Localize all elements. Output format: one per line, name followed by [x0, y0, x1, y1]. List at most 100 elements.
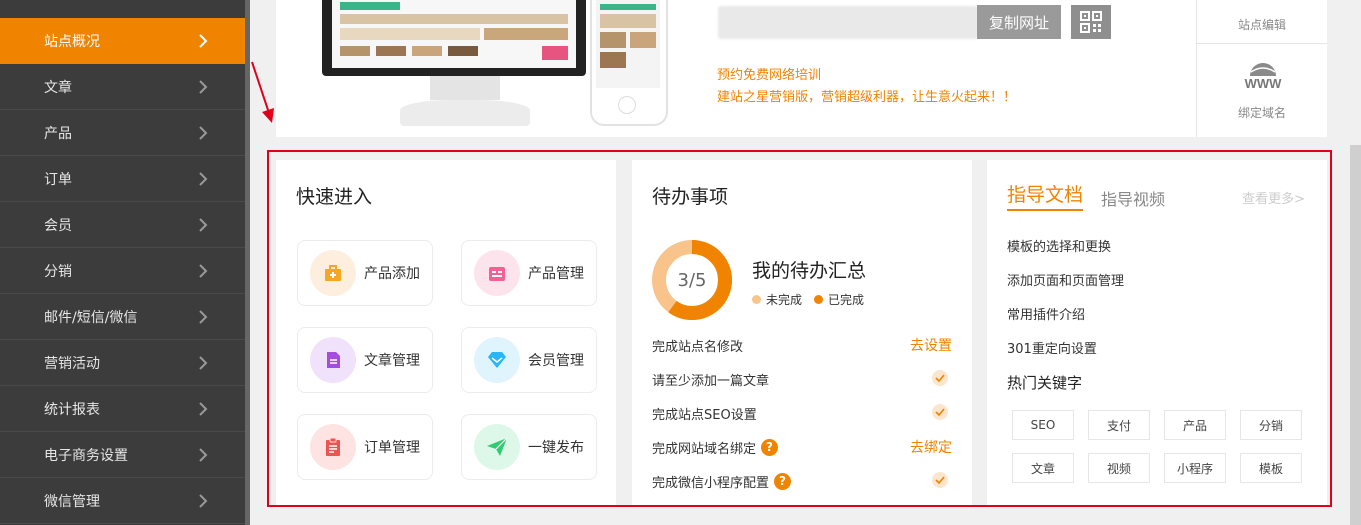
keyword-tag[interactable]: SEO — [1012, 410, 1074, 440]
guide-link[interactable]: 301重定向设置 — [1007, 338, 1097, 357]
help-question-icon[interactable]: ? — [774, 472, 792, 490]
view-more-link[interactable]: 查看更多> — [1242, 188, 1305, 207]
chevron-right-icon — [199, 448, 208, 462]
order-icon — [310, 424, 356, 470]
phone-preview-screenshot — [596, 0, 660, 88]
promo-marketing-link[interactable]: 建站之星营销版，营销超级利器，让生意火起来！！ — [717, 86, 1016, 105]
sidebar-item-label: 邮件/短信/微信 — [44, 309, 138, 326]
chevron-right-icon — [199, 172, 208, 186]
phone-home-button — [618, 96, 636, 114]
sidebar-item-reports[interactable]: 统计报表 — [0, 386, 248, 432]
keyword-tag[interactable]: 文章 — [1012, 453, 1074, 483]
sidebar-item-messaging[interactable]: 邮件/短信/微信 — [0, 294, 248, 340]
chevron-right-icon — [199, 264, 208, 278]
guide-link[interactable]: 常用插件介绍 — [1007, 304, 1085, 323]
sidebar-item-label: 统计报表 — [44, 401, 100, 418]
keyword-tag[interactable]: 小程序 — [1164, 453, 1226, 483]
todo-title: 待办事项 — [652, 186, 729, 208]
tile-label: 产品添加 — [364, 266, 420, 282]
todo-item: 请至少添加一篇文章 — [652, 369, 952, 389]
red-arrow-annotation — [251, 61, 274, 123]
chevron-right-icon — [199, 356, 208, 370]
site-edit-button[interactable]: 站点编辑 — [1197, 0, 1327, 44]
legend-complete-label: 已完成 — [828, 293, 865, 307]
keyword-tag[interactable]: 支付 — [1088, 410, 1150, 440]
chevron-right-icon — [199, 34, 208, 48]
keyword-tag[interactable]: 模板 — [1240, 453, 1302, 483]
keyword-tag[interactable]: 视频 — [1088, 453, 1150, 483]
qr-code-button[interactable] — [1071, 5, 1111, 39]
quick-entry-title: 快速进入 — [296, 186, 373, 208]
chevron-right-icon — [199, 80, 208, 94]
product-manage-tile[interactable]: 产品管理 — [461, 240, 597, 306]
sidebar-item-articles[interactable]: 文章 — [0, 64, 248, 110]
site-actions-panel: 站点编辑 WWW 绑定域名 — [1196, 0, 1327, 137]
tab-guide-docs[interactable]: 指导文档 — [1007, 180, 1084, 211]
todo-progress-text: 3/5 — [677, 269, 707, 291]
legend-dot — [814, 295, 824, 304]
guide-link[interactable]: 添加页面和页面管理 — [1007, 270, 1124, 289]
member-icon — [474, 337, 520, 383]
todo-item-text: 完成微信小程序配置 — [652, 475, 770, 491]
product-add-tile[interactable]: 产品添加 — [297, 240, 433, 306]
todo-action-link[interactable]: 去绑定 — [910, 437, 952, 457]
hot-keywords-title: 热门关键字 — [1007, 374, 1083, 392]
tile-label: 会员管理 — [528, 353, 584, 369]
check-icon — [932, 472, 948, 488]
todo-summary-title: 我的待办汇总 — [752, 260, 867, 282]
todo-item-text: 完成站点SEO设置 — [652, 407, 757, 423]
sidebar-item-label: 分销 — [44, 263, 72, 280]
globe-www-icon[interactable]: WWW — [1237, 60, 1289, 100]
help-question-icon[interactable]: ? — [761, 438, 779, 456]
tile-label: 一键发布 — [528, 440, 584, 456]
site-preview-screenshot — [332, 0, 576, 68]
member-manage-tile[interactable]: 会员管理 — [461, 327, 597, 393]
todo-item: 完成微信小程序配置 ? — [652, 471, 952, 491]
site-preview-image — [340, 2, 568, 60]
sidebar-item-label: 会员 — [44, 217, 72, 234]
tile-label: 文章管理 — [364, 353, 420, 369]
sidebar-item-overview[interactable]: 站点概况 — [0, 18, 248, 64]
order-manage-tile[interactable]: 订单管理 — [297, 414, 433, 480]
monitor-foot — [400, 100, 530, 126]
todo-item-text: 请至少添加一篇文章 — [652, 373, 770, 389]
www-icon-text: WWW — [1245, 76, 1283, 91]
guide-card: 指导文档 指导视频 查看更多> 模板的选择和更换 添加页面和页面管理 常用插件介… — [987, 160, 1327, 505]
sidebar-item-members[interactable]: 会员 — [0, 202, 248, 248]
todo-card: 待办事项 3/5 我的待办汇总 未完成 已完成 完成站点名修改 去设置 请至少添… — [632, 160, 972, 505]
check-icon — [932, 370, 948, 386]
sidebar-item-label: 文章 — [44, 79, 72, 96]
bind-domain-label[interactable]: 绑定域名 — [1197, 104, 1327, 121]
quick-entry-card: 快速进入 产品添加 产品管理 文章管理 会员管理 订单管理 一键发布 — [276, 160, 616, 505]
sidebar-item-products[interactable]: 产品 — [0, 110, 248, 156]
keyword-tag[interactable]: 产品 — [1164, 410, 1226, 440]
page-scrollbar[interactable] — [1350, 145, 1361, 525]
tab-guide-videos[interactable]: 指导视频 — [1101, 186, 1165, 210]
publish-icon — [474, 424, 520, 470]
sidebar-item-ecommerce[interactable]: 电子商务设置 — [0, 432, 248, 478]
one-click-publish-tile[interactable]: 一键发布 — [461, 414, 597, 480]
sidebar-item-distribution[interactable]: 分销 — [0, 248, 248, 294]
tile-label: 订单管理 — [364, 440, 420, 456]
sidebar-item-marketing[interactable]: 营销活动 — [0, 340, 248, 386]
sidebar-item-label: 产品 — [44, 125, 72, 142]
qr-code-icon — [1080, 11, 1102, 33]
legend-incomplete-label: 未完成 — [766, 293, 803, 307]
article-manage-tile[interactable]: 文章管理 — [297, 327, 433, 393]
chevron-right-icon — [199, 218, 208, 232]
phone-preview-image — [600, 4, 656, 68]
promo-training-link[interactable]: 预约免费网络培训 — [717, 64, 821, 83]
legend-incomplete: 未完成 — [752, 291, 802, 308]
guide-link[interactable]: 模板的选择和更换 — [1007, 236, 1111, 255]
sidebar-item-wechat[interactable]: 微信管理 — [0, 478, 248, 524]
copy-url-button[interactable]: 复制网址 — [977, 5, 1061, 39]
article-icon — [310, 337, 356, 383]
sidebar-item-label: 站点概况 — [44, 33, 100, 50]
check-icon — [932, 404, 948, 420]
chevron-right-icon — [199, 310, 208, 324]
keyword-tag[interactable]: 分销 — [1240, 410, 1302, 440]
legend-dot — [752, 295, 761, 304]
copy-url-label: 复制网址 — [988, 13, 1049, 32]
sidebar-item-orders[interactable]: 订单 — [0, 156, 248, 202]
todo-action-link[interactable]: 去设置 — [910, 335, 952, 355]
